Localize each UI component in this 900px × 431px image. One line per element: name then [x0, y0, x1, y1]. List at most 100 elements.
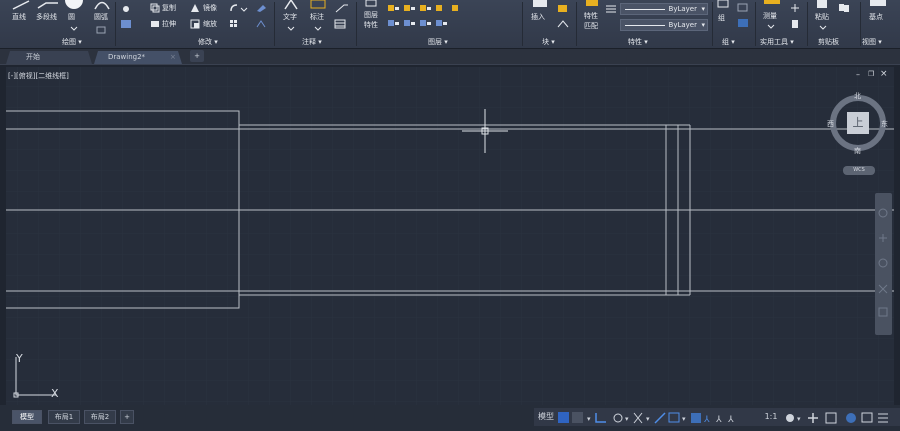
view-panel-title[interactable]: 视图 ▾: [862, 37, 882, 47]
table-icon[interactable]: [334, 19, 346, 29]
group-button[interactable]: 组: [718, 14, 725, 23]
tab-drawing2[interactable]: Drawing2*: [108, 51, 145, 64]
text-button[interactable]: 文字: [283, 13, 297, 22]
properties-panel-title[interactable]: 特性 ▾: [628, 37, 648, 47]
dimension-icon[interactable]: [310, 0, 326, 10]
copy-clip-icon[interactable]: [838, 3, 850, 13]
status-right-tools[interactable]: ▾: [784, 411, 898, 425]
measure-button[interactable]: 测量: [763, 12, 777, 21]
tab-layout2[interactable]: 布局2: [84, 410, 116, 424]
viewcube-top-face[interactable]: 上: [847, 112, 869, 134]
compass-west[interactable]: 西: [827, 119, 834, 129]
viewcube[interactable]: 上 北 南 西 东: [827, 91, 888, 156]
plus-icon[interactable]: [790, 3, 800, 13]
line-button[interactable]: 直线: [12, 13, 26, 22]
arc-icon[interactable]: [93, 0, 111, 10]
group-edit-icon[interactable]: [737, 3, 749, 13]
chevron-down-icon[interactable]: [819, 25, 827, 31]
layer-tools-icon[interactable]: [388, 4, 466, 30]
scale-button[interactable]: 缩放: [203, 20, 217, 29]
text-icon[interactable]: [283, 0, 299, 10]
tab-layout1[interactable]: 布局1: [48, 410, 80, 424]
layers-panel-title[interactable]: 图层 ▾: [428, 37, 448, 47]
chevron-down-icon[interactable]: [767, 24, 775, 30]
circle-button[interactable]: 圆: [68, 13, 75, 22]
modify-panel-title[interactable]: 修改 ▾: [198, 37, 218, 47]
match-properties-button[interactable]: 特性: [584, 12, 598, 21]
circle-icon[interactable]: [64, 0, 84, 10]
scale-icon[interactable]: [190, 19, 200, 29]
match-properties-icon[interactable]: [584, 0, 600, 9]
stretch-icon[interactable]: [150, 19, 160, 29]
viewport-minimize-button[interactable]: –: [856, 70, 860, 79]
arc-button[interactable]: 圆弧: [94, 13, 108, 22]
calculator-icon[interactable]: [790, 19, 800, 29]
block-panel-title[interactable]: 块 ▾: [542, 37, 555, 47]
group-icon[interactable]: [716, 0, 730, 10]
base-button[interactable]: 基点: [869, 13, 883, 22]
chevron-down-icon: ▾: [701, 21, 705, 29]
insert-button[interactable]: 插入: [531, 13, 545, 22]
linetype-select[interactable]: ByLayer ▾: [620, 3, 708, 15]
tab-model[interactable]: 模型: [12, 410, 42, 424]
chevron-down-icon[interactable]: [314, 26, 322, 32]
insert-icon[interactable]: [531, 0, 551, 10]
compass-east[interactable]: 东: [881, 119, 888, 129]
clipboard-panel-title[interactable]: 剪贴板: [818, 37, 839, 47]
layer-properties-label-2[interactable]: 特性: [364, 21, 378, 30]
dimension-button[interactable]: 标注: [310, 13, 324, 22]
draw-panel-title[interactable]: 绘图 ▾: [62, 37, 82, 47]
rotate-icon[interactable]: [120, 19, 132, 29]
compass-south[interactable]: 南: [854, 146, 861, 156]
move-icon[interactable]: [120, 4, 132, 14]
drawing-canvas[interactable]: [-][俯视][二维线框] – ❐ × 上 北 南 西 东 WCS Y X: [6, 67, 894, 405]
new-tab-button[interactable]: +: [190, 50, 204, 62]
groups-panel-title[interactable]: 组 ▾: [722, 37, 735, 47]
divider: [807, 2, 808, 46]
copy-icon[interactable]: [150, 3, 160, 13]
stretch-button[interactable]: 拉伸: [162, 20, 176, 29]
new-layout-button[interactable]: +: [120, 410, 134, 424]
measure-icon[interactable]: [763, 0, 781, 8]
list-icon[interactable]: [605, 4, 617, 14]
polyline-icon[interactable]: [36, 0, 60, 10]
tab-start[interactable]: 开始: [26, 51, 40, 64]
lineweight-select[interactable]: ByLayer ▾: [620, 19, 708, 31]
erase-icon[interactable]: [255, 3, 267, 13]
fillet-icon[interactable]: [229, 3, 249, 13]
viewport-close-button[interactable]: ×: [880, 69, 888, 79]
tab-close-icon[interactable]: ×: [170, 51, 176, 64]
chevron-down-icon[interactable]: [70, 26, 78, 32]
viewport-restore-button[interactable]: ❐: [868, 70, 874, 78]
wcs-menu[interactable]: WCS: [843, 166, 875, 175]
drawing-area[interactable]: [6, 67, 894, 405]
leader-icon[interactable]: [334, 3, 350, 13]
compass-north[interactable]: 北: [854, 91, 861, 101]
block-edit-icon[interactable]: [557, 4, 569, 14]
polyline-button[interactable]: 多段线: [36, 13, 57, 22]
layer-properties-button[interactable]: 图层: [364, 11, 378, 20]
mirror-button[interactable]: 镜像: [203, 4, 217, 13]
model-space-button[interactable]: 模型: [536, 410, 556, 424]
block-attribute-icon[interactable]: [557, 19, 571, 29]
navigation-tools[interactable]: [875, 193, 892, 335]
mirror-icon[interactable]: [190, 3, 200, 13]
line-icon[interactable]: [10, 0, 32, 10]
group-select-icon[interactable]: [737, 18, 749, 28]
annotation-scale[interactable]: 1:1: [762, 410, 780, 424]
chevron-down-icon[interactable]: [287, 26, 295, 32]
svg-text:▾: ▾: [587, 415, 591, 423]
annotation-panel-title[interactable]: 注释 ▾: [302, 37, 322, 47]
paste-button[interactable]: 粘贴: [815, 13, 829, 22]
grid-icon[interactable]: [96, 26, 106, 34]
layer-properties-icon[interactable]: [364, 0, 378, 8]
match-properties-label-2[interactable]: 匹配: [584, 22, 598, 31]
viewport-label[interactable]: [-][俯视][二维线框]: [8, 71, 69, 81]
base-icon[interactable]: [868, 0, 888, 10]
paste-icon[interactable]: [814, 0, 830, 10]
utilities-panel-title[interactable]: 实用工具 ▾: [760, 37, 794, 47]
copy-button[interactable]: 复制: [162, 4, 176, 13]
array-icon[interactable]: [229, 19, 249, 29]
chevron-down-icon: ▾: [701, 5, 705, 13]
explode-icon[interactable]: [255, 19, 267, 29]
